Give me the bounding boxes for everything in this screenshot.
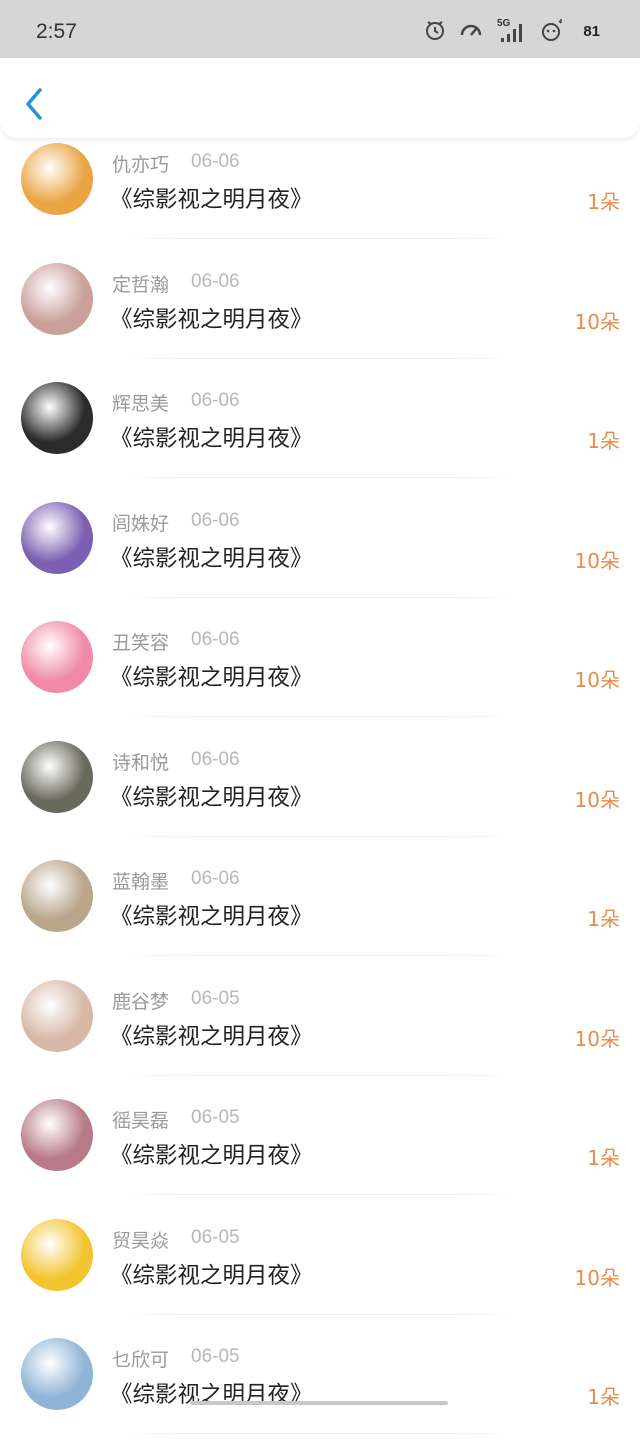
pet-icon <box>539 17 565 43</box>
flower-count: 10朵 <box>574 309 620 334</box>
book-title: 《综影视之明月夜》 <box>110 665 313 691</box>
divider <box>112 1313 526 1315</box>
divider <box>112 357 526 359</box>
divider <box>112 596 526 598</box>
book-title: 《综影视之明月夜》 <box>110 784 313 811</box>
flower-record-list: 仇亦巧 06-06 《综影视之明月夜》 1朵 定哲瀚 06-06 《综影视之明月夜》 10朵辉… <box>0 140 640 1455</box>
list-item[interactable]: 闾姝好 06-06 《综影视之明月夜》 10朵 <box>0 499 640 619</box>
flower-count: 1朵 <box>587 907 620 931</box>
book-title: 《综影视之明月夜》 <box>110 1143 313 1169</box>
avatar[interactable] <box>21 1338 93 1410</box>
user-name: 闾姝好 <box>112 512 170 535</box>
flower-count: 1朵 <box>587 190 620 214</box>
record-date: 06-06 <box>191 509 240 531</box>
flower-count: 10朵 <box>574 787 620 812</box>
user-name: 蓝翰墨 <box>112 871 170 893</box>
record-date: 06-06 <box>191 868 240 889</box>
divider <box>112 477 526 478</box>
status-time: 2:57 <box>36 20 77 43</box>
avatar[interactable] <box>21 1099 93 1171</box>
user-name: 乜欣可 <box>112 1349 170 1371</box>
user-name: 贸昊焱 <box>112 1229 170 1252</box>
flower-count: 10朵 <box>574 1265 620 1290</box>
book-title: 《综影视之明月夜》 <box>110 904 313 930</box>
record-date: 06-06 <box>191 151 240 172</box>
flower-count: 10朵 <box>574 668 620 692</box>
status-icons: 5G 81 <box>423 16 606 44</box>
record-date: 06-05 <box>191 1226 240 1248</box>
book-title: 《综影视之明月夜》 <box>110 1023 313 1050</box>
signal-icon: 5G <box>495 16 527 44</box>
flower-count: 10朵 <box>574 1026 620 1051</box>
avatar[interactable] <box>21 501 93 574</box>
book-title: 《综影视之明月夜》 <box>110 306 313 333</box>
user-name: 鹿谷梦 <box>112 990 170 1013</box>
record-date: 06-05 <box>191 1107 240 1128</box>
divider <box>112 238 526 239</box>
network-type-label: 5G <box>497 18 511 29</box>
list-item[interactable]: 贸昊焱 06-05 《综影视之明月夜》 10朵 <box>0 1216 640 1336</box>
speedometer-icon <box>459 18 483 42</box>
book-title: 《综影视之明月夜》 <box>110 545 313 572</box>
record-date: 06-05 <box>191 987 240 1009</box>
avatar[interactable] <box>21 621 93 693</box>
battery-icon: 81 <box>577 21 606 40</box>
avatar[interactable] <box>21 979 93 1052</box>
divider <box>112 1433 526 1434</box>
avatar[interactable] <box>21 1218 93 1291</box>
user-name: 徭昊磊 <box>112 1110 170 1132</box>
record-date: 06-06 <box>191 748 240 770</box>
nav-bar <box>0 58 640 138</box>
list-item[interactable]: 鹿谷梦 06-05 《综影视之明月夜》 10朵 <box>0 977 640 1097</box>
list-item[interactable]: 定哲瀚 06-06 《综影视之明月夜》 10朵 <box>0 260 640 380</box>
avatar[interactable] <box>21 860 93 932</box>
avatar[interactable] <box>21 382 93 454</box>
record-date: 06-06 <box>191 629 240 650</box>
back-button[interactable] <box>20 82 50 122</box>
record-date: 06-05 <box>191 1346 240 1367</box>
list-item[interactable]: 乜欣可 06-05 《综影视之明月夜》 1朵 <box>0 1335 640 1455</box>
avatar[interactable] <box>21 740 93 813</box>
chevron-left-icon <box>20 88 50 126</box>
alarm-icon <box>423 18 447 42</box>
user-name: 仇亦巧 <box>112 154 170 176</box>
divider <box>112 716 526 717</box>
divider <box>112 835 526 837</box>
record-date: 06-06 <box>191 270 240 292</box>
list-item[interactable]: 仇亦巧 06-06 《综影视之明月夜》 1朵 <box>0 140 640 260</box>
status-bar: 2:57 5G 81 <box>0 0 640 58</box>
list-item[interactable]: 诗和悦 06-06 《综影视之明月夜》 10朵 <box>0 738 640 858</box>
book-title: 《综影视之明月夜》 <box>110 1262 313 1289</box>
avatar[interactable] <box>21 262 93 335</box>
list-item[interactable]: 徭昊磊 06-05 《综影视之明月夜》 1朵 <box>0 1096 640 1216</box>
flower-count: 1朵 <box>587 1385 620 1409</box>
record-date: 06-06 <box>191 390 240 411</box>
user-name: 辉思美 <box>112 393 170 415</box>
user-name: 诗和悦 <box>112 751 170 774</box>
list-item[interactable]: 蓝翰墨 06-06 《综影视之明月夜》 1朵 <box>0 857 640 977</box>
divider <box>112 955 526 956</box>
avatar[interactable] <box>21 143 93 215</box>
list-item[interactable]: 辉思美 06-06 《综影视之明月夜》 1朵 <box>0 379 640 499</box>
home-indicator[interactable] <box>190 1401 448 1405</box>
flower-count: 10朵 <box>574 548 620 573</box>
book-title: 《综影视之明月夜》 <box>110 187 313 213</box>
flower-count: 1朵 <box>587 429 620 453</box>
battery-level: 81 <box>583 22 600 40</box>
list-item[interactable]: 丑笑容 06-06 《综影视之明月夜》 10朵 <box>0 618 640 738</box>
flower-count: 1朵 <box>587 1146 620 1170</box>
user-name: 丑笑容 <box>112 632 170 654</box>
divider <box>112 1194 526 1195</box>
user-name: 定哲瀚 <box>112 273 170 296</box>
book-title: 《综影视之明月夜》 <box>110 426 313 452</box>
divider <box>112 1074 526 1076</box>
